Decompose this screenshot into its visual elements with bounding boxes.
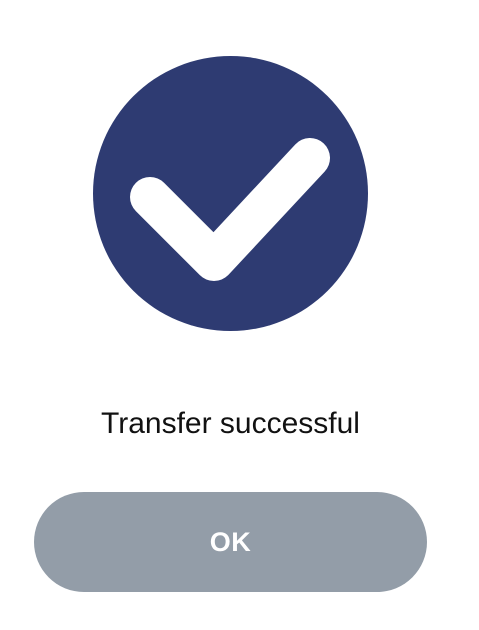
ok-button[interactable]: OK — [34, 492, 427, 592]
transfer-success-screen: Transfer successful OK — [0, 0, 479, 630]
success-message: Transfer successful — [101, 407, 360, 440]
check-circle-icon — [93, 56, 368, 331]
